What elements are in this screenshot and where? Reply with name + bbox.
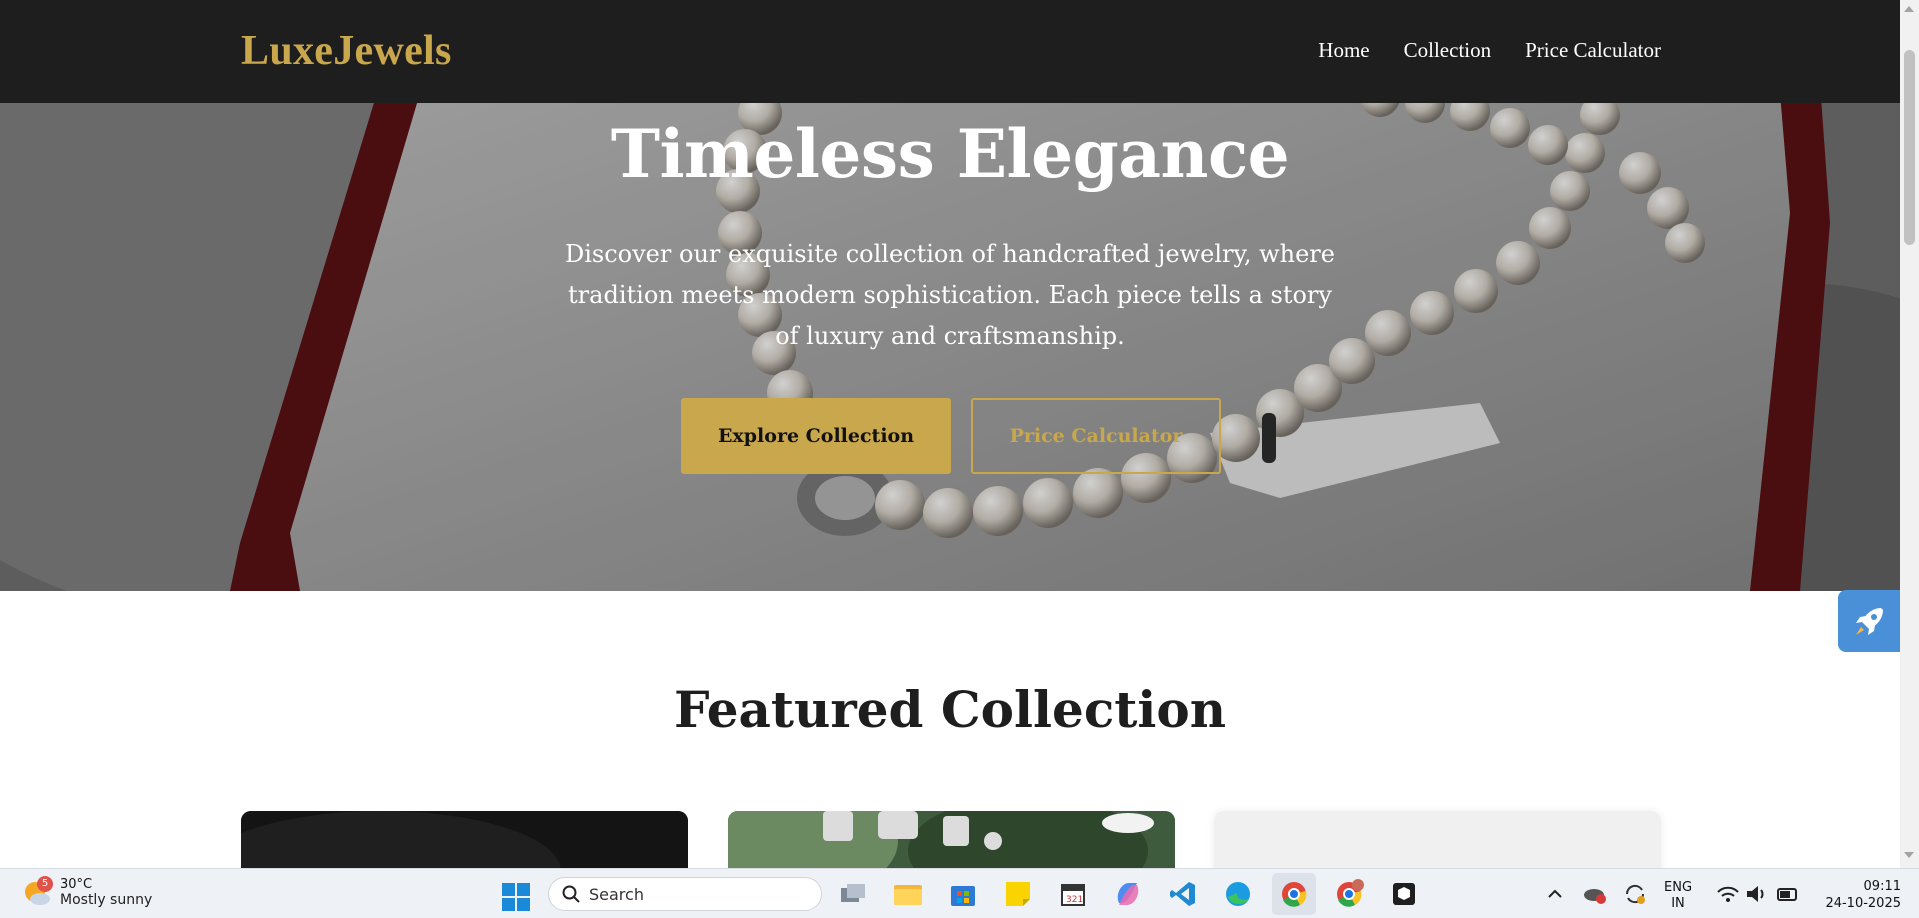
battery-icon[interactable] — [1772, 879, 1802, 909]
nav-link-home[interactable]: Home — [1318, 38, 1369, 63]
app-cube-icon[interactable] — [1389, 879, 1419, 909]
brand-logo[interactable]: LuxeJewels — [241, 27, 452, 75]
hero-description: Discover our exquisite collection of han… — [565, 240, 1335, 350]
featured-collection-title: Featured Collection — [673, 680, 1227, 739]
price-calculator-button[interactable]: Price Calculator — [971, 398, 1221, 474]
copilot-icon[interactable] — [1113, 879, 1143, 909]
edge-icon[interactable] — [1223, 879, 1253, 909]
hero-title: Timeless Elegance — [610, 115, 1290, 193]
nav-link-price-calculator[interactable]: Price Calculator — [1525, 38, 1661, 63]
scroll-thumb[interactable] — [1904, 50, 1915, 245]
volume-icon[interactable] — [1742, 879, 1772, 909]
taskbar-search[interactable]: Search — [548, 877, 822, 911]
weather-badge: 5 — [37, 876, 53, 892]
search-label: Search — [589, 884, 644, 904]
chrome-icon[interactable] — [1279, 879, 1309, 909]
rocket-icon — [1856, 608, 1883, 635]
weather-condition: Mostly sunny — [60, 892, 153, 908]
top-navigation: LuxeJewels Home Collection Price Calcula… — [0, 0, 1900, 103]
page-scrollbar[interactable] — [1900, 0, 1919, 868]
weather-text: 30°C Mostly sunny — [60, 877, 152, 908]
clock-time: 09:11 — [1863, 879, 1901, 894]
file-explorer-icon[interactable] — [893, 879, 923, 909]
svg-text:321: 321 — [1066, 895, 1083, 905]
clock-date: 24-10-2025 — [1825, 896, 1901, 911]
vscode-icon[interactable] — [1168, 879, 1198, 909]
rocket-launcher-button[interactable] — [1838, 590, 1902, 652]
language-indicator[interactable]: ENG IN — [1664, 880, 1692, 912]
show-hidden-icons-chevron-icon[interactable] — [1540, 879, 1570, 909]
scroll-up-arrow[interactable] — [1904, 6, 1914, 12]
windows-taskbar: 5 30°C Mostly sunny Search 321 ENG IN 09… — [0, 868, 1919, 918]
wifi-icon[interactable] — [1713, 879, 1743, 909]
language-code: ENG — [1664, 880, 1693, 895]
onedrive-error-icon[interactable] — [1580, 879, 1610, 909]
windows-icon — [502, 883, 530, 911]
microsoft-store-icon[interactable] — [948, 879, 978, 909]
nav-links: Home Collection Price Calculator — [1318, 38, 1661, 63]
media-player-icon[interactable]: 321 — [1058, 879, 1088, 909]
explore-collection-button[interactable]: Explore Collection — [681, 398, 951, 474]
scroll-down-arrow[interactable] — [1904, 852, 1914, 858]
sticky-notes-icon[interactable] — [1003, 879, 1033, 909]
hero-section: Timeless Elegance Discover our exquisite… — [0, 103, 1900, 591]
temperature: 30°C — [60, 877, 93, 892]
task-view-icon[interactable] — [838, 879, 868, 909]
start-button[interactable] — [502, 883, 530, 915]
system-clock[interactable]: 09:11 24-10-2025 — [1825, 878, 1901, 912]
sync-icon[interactable] — [1620, 879, 1650, 909]
region-code: IN — [1671, 896, 1685, 911]
weather-widget[interactable]: 5 30°C Mostly sunny — [22, 876, 152, 908]
search-icon — [562, 885, 580, 903]
nav-link-collection[interactable]: Collection — [1404, 38, 1492, 63]
chrome-profile-icon[interactable] — [1334, 879, 1364, 909]
